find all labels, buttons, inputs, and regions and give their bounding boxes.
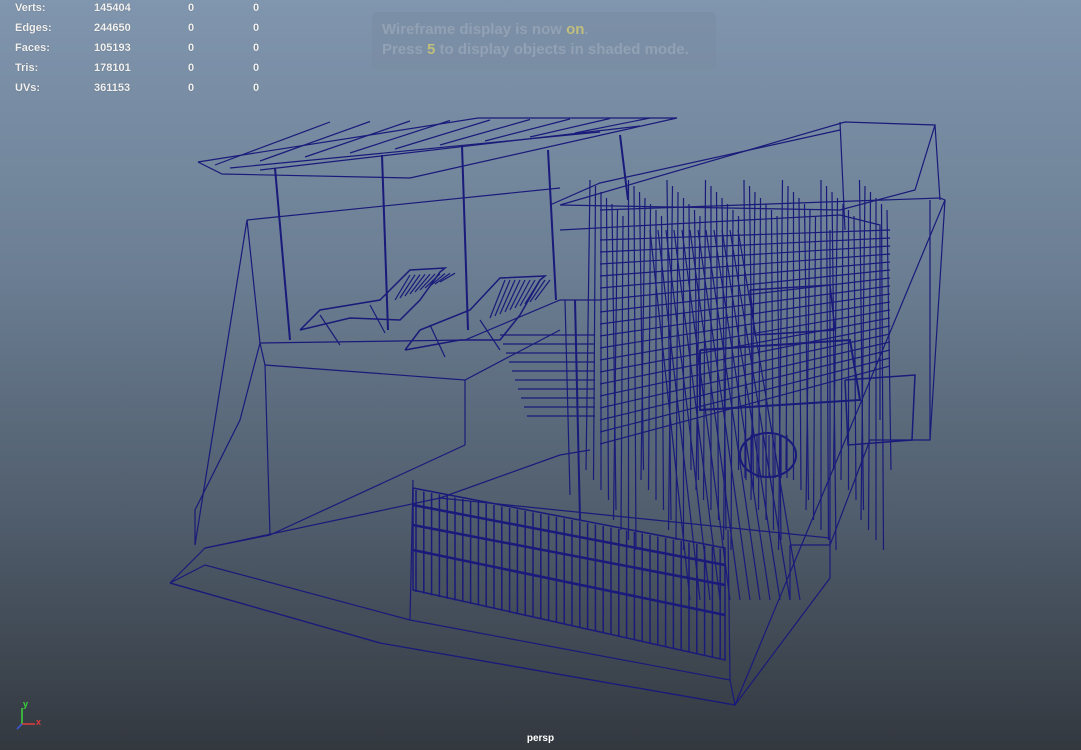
hud-value: 178101 bbox=[94, 62, 131, 74]
axis-x-label: x bbox=[36, 717, 42, 727]
hud-value: 0 bbox=[253, 62, 260, 74]
notice-text: . bbox=[584, 21, 589, 38]
hud-row-tris: Tris: 178101 0 0 bbox=[15, 62, 275, 82]
hud-value: 0 bbox=[188, 62, 195, 74]
hud-label: Verts: bbox=[15, 2, 46, 14]
hud-label: Tris: bbox=[15, 62, 39, 74]
hud-label: UVs: bbox=[15, 82, 41, 94]
hud-value: 0 bbox=[188, 2, 195, 14]
hud-value: 361153 bbox=[94, 82, 131, 94]
wireframe-scene bbox=[169, 117, 946, 706]
camera-name-label: persp bbox=[526, 733, 555, 744]
hud-value: 0 bbox=[188, 42, 195, 54]
hud-row-faces: Faces: 105193 0 0 bbox=[15, 42, 275, 62]
hud-value: 145404 bbox=[94, 2, 131, 14]
view-axis-gizmo-icon: y x bbox=[10, 698, 50, 738]
notice-text: Press bbox=[382, 41, 428, 58]
notice-text: Wireframe display is now bbox=[382, 21, 567, 38]
notice-highlight: on bbox=[566, 21, 585, 38]
hud-row-uvs: UVs: 361153 0 0 bbox=[15, 82, 275, 102]
hud-row-verts: Verts: 145404 0 0 bbox=[15, 2, 275, 22]
notice-line-1: Wireframe display is now on. bbox=[382, 20, 706, 40]
viewport-persp[interactable] bbox=[0, 0, 1081, 750]
wireframe-notice: Wireframe display is now on. Press 5 to … bbox=[372, 12, 716, 70]
hud-value: 0 bbox=[253, 22, 260, 34]
hud-value: 0 bbox=[253, 2, 260, 14]
hud-value: 105193 bbox=[94, 42, 131, 54]
heads-up-poly-count: Verts: 145404 0 0 Edges: 244650 0 0 Face… bbox=[15, 2, 275, 102]
hud-value: 0 bbox=[253, 42, 260, 54]
notice-text: to display objects in shaded mode. bbox=[435, 41, 689, 58]
hud-label: Edges: bbox=[15, 22, 52, 34]
hud-row-edges: Edges: 244650 0 0 bbox=[15, 22, 275, 42]
hud-value: 0 bbox=[188, 22, 195, 34]
hud-label: Faces: bbox=[15, 42, 50, 54]
hud-value: 0 bbox=[188, 82, 195, 94]
notice-line-2: Press 5 to display objects in shaded mod… bbox=[382, 40, 706, 60]
hud-value: 244650 bbox=[94, 22, 131, 34]
hud-value: 0 bbox=[253, 82, 260, 94]
axis-y-label: y bbox=[23, 699, 29, 709]
